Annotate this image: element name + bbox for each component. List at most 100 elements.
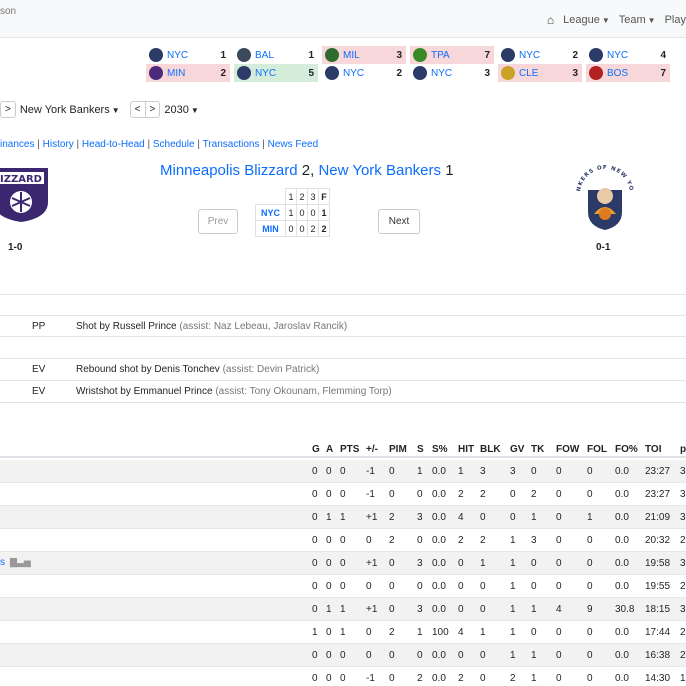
link-news-feed[interactable]: News Feed: [268, 139, 319, 150]
boxscore-row: 0 0 0 0 0 0 0.0 0 0 1 1 0 0 0.0 16:38 2: [0, 644, 686, 667]
boxscore-column-header[interactable]: S: [417, 444, 424, 455]
scoreboard-game[interactable]: MIL 3 NYC 2: [322, 46, 406, 82]
nav-league[interactable]: League ▼: [563, 14, 610, 26]
boxscore-column-header[interactable]: TOI: [645, 444, 661, 455]
scoreboard-game[interactable]: TPA 7 NYC 3: [410, 46, 494, 82]
boxscore-cell: 0: [531, 627, 537, 638]
team-dropdown[interactable]: New York Bankers ▼: [20, 104, 120, 116]
boxscore-cell: -1: [366, 489, 375, 500]
boxscore-cell: 30.8: [615, 604, 635, 615]
boxscore-cell: 0.0: [615, 673, 629, 684]
scoring-play-row: EV Wristshot by Emmanuel Prince (assist:…: [0, 381, 686, 403]
home-icon[interactable]: ⌂: [547, 13, 554, 27]
link-history[interactable]: History: [43, 139, 74, 150]
boxscore-cell: 2: [680, 650, 686, 661]
boxscore-cell: 1: [480, 627, 486, 638]
linescore-team-link[interactable]: NYC: [255, 204, 286, 221]
next-game-button[interactable]: Next: [378, 209, 420, 234]
boxscore-cell: 0: [587, 650, 593, 661]
boxscore-column-header[interactable]: BLK: [480, 444, 501, 455]
scoreboard-team-row: NYC 1: [146, 46, 230, 64]
boxscore-cell: 3: [417, 558, 423, 569]
away-score: 2: [301, 162, 311, 179]
boxscore-cell: 1: [531, 650, 537, 661]
boxscore-cell: 1: [587, 512, 593, 523]
boxscore-row: 1 0 1 0 2 1 100 4 1 1 0 0 0 0.0 17:44 2: [0, 621, 686, 644]
scoreboard-game[interactable]: BAL 1 NYC 5: [234, 46, 318, 82]
prev-game-button[interactable]: Prev: [198, 209, 238, 234]
scoreboard-game[interactable]: NYC 4 BOS 7: [586, 46, 670, 82]
boxscore-cell: 0.0: [432, 604, 446, 615]
team-next-button[interactable]: >: [0, 101, 16, 118]
boxscore-column-header[interactable]: PTS: [340, 444, 359, 455]
team-logo-icon: [325, 66, 339, 80]
boxscore-cell: 0: [417, 581, 423, 592]
boxscore-cell: 0.0: [432, 489, 446, 500]
boxscore-cell: 14:30: [645, 673, 671, 684]
boxscore-column-header[interactable]: A: [326, 444, 333, 455]
season-dropdown[interactable]: 2030 ▼: [164, 104, 198, 116]
boxscore-cell: 1: [510, 650, 516, 661]
period-divider-row: [0, 337, 686, 359]
boxscore-column-header[interactable]: S%: [432, 444, 448, 455]
boxscore-cell: 0: [326, 466, 332, 477]
home-team-link[interactable]: New York Bankers: [318, 162, 441, 179]
link-transactions[interactable]: Transactions: [203, 139, 260, 150]
link-schedule[interactable]: Schedule: [153, 139, 195, 150]
boxscore-column-header[interactable]: PIM: [389, 444, 407, 455]
boxscore-cell: 2: [458, 535, 464, 546]
scoreboard-team-row: BAL 1: [234, 46, 318, 64]
boxscore-column-header[interactable]: FOW: [556, 444, 579, 455]
scoreboard-team-row: NYC 2: [322, 64, 406, 82]
link-finances[interactable]: inances: [0, 139, 34, 150]
boxscore-cell: 0: [531, 558, 537, 569]
team-logo-icon: [589, 48, 603, 62]
boxscore-cell: 0: [480, 673, 486, 684]
link-head-to-head[interactable]: Head-to-Head: [82, 139, 145, 150]
boxscore-cell: 0: [587, 535, 593, 546]
boxscore-column-header[interactable]: GV: [510, 444, 524, 455]
home-score: 1: [445, 162, 454, 179]
boxscore-cell: 0: [312, 535, 318, 546]
boxscore-cell: 0: [417, 489, 423, 500]
boxscore-cell: 100: [432, 627, 449, 638]
boxscore-column-header[interactable]: G: [312, 444, 320, 455]
away-team-link[interactable]: Minneapolis Blizzard: [160, 162, 298, 179]
boxscore-column-header[interactable]: FO%: [615, 444, 638, 455]
player-name-link[interactable]: s: [0, 557, 5, 568]
boxscore-cell: 0: [531, 466, 537, 477]
boxscore-cell: 2: [458, 673, 464, 684]
season-prev-button[interactable]: <: [129, 101, 145, 118]
boxscore-column-header[interactable]: +/-: [366, 444, 378, 455]
boxscore-column-header[interactable]: HIT: [458, 444, 474, 455]
boxscore-cell: 1: [417, 466, 423, 477]
boxscore-column-header[interactable]: FOL: [587, 444, 607, 455]
boxscore-cell: 3: [680, 604, 686, 615]
boxscore-cell: 0: [556, 581, 562, 592]
scoreboard-game[interactable]: NYC 2 CLE 3: [498, 46, 582, 82]
bar-chart-icon[interactable]: ▇▃▅: [10, 557, 31, 568]
boxscore-cell: 0: [326, 535, 332, 546]
season-next-button[interactable]: >: [144, 101, 161, 118]
linescore-team-link[interactable]: MIN: [255, 220, 286, 237]
scoreboard-game[interactable]: NYC 1 MIN 2: [146, 46, 230, 82]
boxscore-column-header[interactable]: TK: [531, 444, 544, 455]
boxscore-cell: 0: [389, 581, 395, 592]
boxscore-row: s ▇▃▅ 0 0 0 +1 0 3 0.0 0 1 1 0 0 0 0.0 19:58 3: [0, 552, 686, 575]
brand-text[interactable]: son: [0, 6, 16, 17]
boxscore-cell: 3: [680, 512, 686, 523]
boxscore-cell: 18:15: [645, 604, 671, 615]
boxscore-row: 0 0 0 -1 0 2 0.0 2 0 2 1 0 0 0.0 14:30 1: [0, 667, 686, 686]
boxscore-cell: -1: [366, 466, 375, 477]
boxscore-cell: 0: [556, 627, 562, 638]
play-type: PP: [32, 321, 46, 332]
boxscore-cell: 0.0: [432, 650, 446, 661]
nav-team[interactable]: Team ▼: [619, 14, 656, 26]
boxscore-cell: 1: [312, 627, 318, 638]
boxscore-cell: 1: [340, 604, 346, 615]
home-team-logo[interactable]: BANKERS OF NEW YORK: [574, 160, 636, 232]
boxscore-column-header[interactable]: p: [680, 444, 686, 455]
nav-players[interactable]: Play: [665, 14, 686, 26]
away-team-logo[interactable]: IZZARD: [0, 164, 50, 224]
boxscore-row: 0 0 0 0 2 0 0.0 2 2 1 3 0 0 0.0 20:32 2: [0, 529, 686, 552]
